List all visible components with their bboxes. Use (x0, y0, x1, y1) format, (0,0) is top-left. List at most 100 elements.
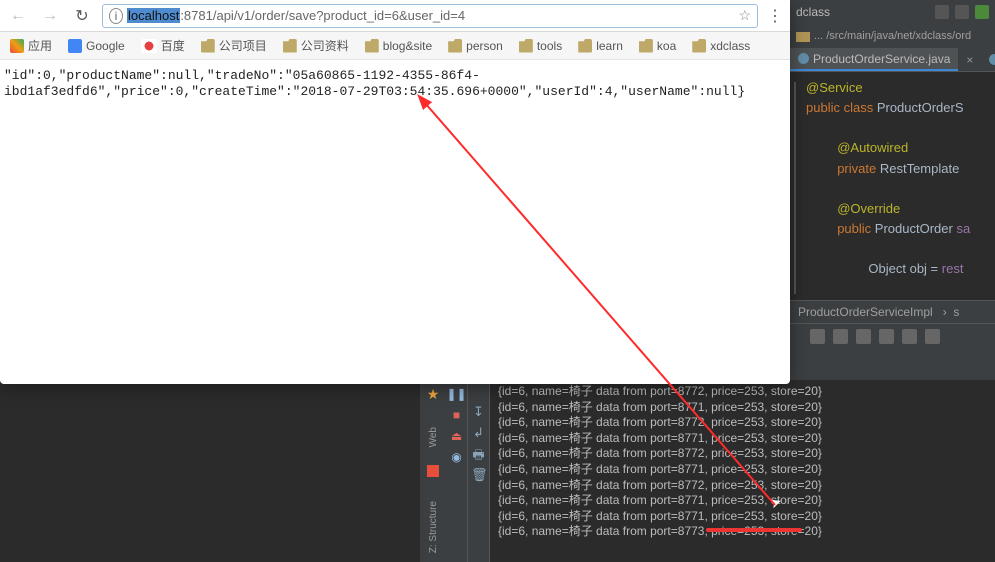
dropdown-icon[interactable] (955, 5, 969, 19)
log-line: {id=6, name=椅子 data from port=8771, pric… (498, 431, 991, 447)
trash-icon[interactable]: 🗑 (471, 467, 486, 482)
response-body: "id":0,"productName":null,"tradeNo":"05a… (0, 60, 790, 109)
bookmark-label: 百度 (161, 37, 185, 54)
log-line: {id=6, name=椅子 data from port=8771, pric… (498, 493, 991, 509)
crumb-text: ProductOrderServiceImpl (798, 305, 933, 319)
folder-icon (796, 29, 810, 43)
print-icon[interactable]: 🖶 (471, 446, 486, 461)
console-controls: ❚❚ ■ ⏏ ◉ (446, 380, 468, 562)
log-line: {id=6, name=椅子 data from port=8773, pric… (498, 524, 991, 540)
browser-toolbar: ← → ↻ i localhost:8781/api/v1/order/save… (0, 0, 790, 32)
baidu-icon (141, 39, 157, 53)
ide-tabs: ProductOrderService.java × OrderServiceA… (790, 48, 995, 72)
step-icon[interactable]: ↧ (471, 404, 486, 419)
url-port: :8781 (180, 8, 213, 23)
folder-icon (578, 39, 592, 53)
browser-window: ← → ↻ i localhost:8781/api/v1/order/save… (0, 0, 790, 384)
wrap-icon[interactable]: ↲ (471, 425, 486, 440)
apps-label: 应用 (28, 37, 52, 54)
url-host: localhost (128, 8, 179, 23)
ide-path-crumb[interactable]: ... /src/main/java/net/xdclass/ord (790, 24, 995, 48)
tool-icon[interactable] (833, 329, 848, 344)
log-line: {id=6, name=椅子 data from port=8771, pric… (498, 400, 991, 416)
code-editor[interactable]: @Service public class ProductOrderS @Aut… (790, 72, 995, 300)
bookmark-person[interactable]: person (448, 39, 503, 53)
log-line: {id=6, name=椅子 data from port=8772, pric… (498, 384, 991, 400)
class-icon (989, 54, 995, 65)
pause-icon[interactable]: ❚❚ (449, 386, 464, 401)
code-line: ProductOrder (871, 221, 956, 236)
folder-icon (639, 39, 653, 53)
console-gutter: ★ Web Z: Structure (420, 380, 446, 562)
bookmark-label: blog&site (383, 39, 432, 53)
address-bar[interactable]: i localhost:8781/api/v1/order/save?produ… (102, 4, 758, 28)
log-line: {id=6, name=椅子 data from port=8771, pric… (498, 509, 991, 525)
exit-icon[interactable]: ⏏ (449, 428, 464, 443)
bookmark-bar: 应用 Google 百度 公司项目 公司资料 blog&site person … (0, 32, 790, 60)
bookmark-google[interactable]: Google (68, 39, 125, 53)
apps-icon (10, 39, 24, 53)
class-icon (798, 53, 809, 64)
tab-orderserviceapp[interactable]: OrderServiceApp (981, 48, 995, 71)
console-output[interactable]: {id=6, name=椅子 data from port=8772, pric… (498, 384, 991, 540)
bookmark-label: learn (596, 39, 623, 53)
tab-close[interactable]: × (958, 48, 981, 71)
code-line: RestTemplate (876, 161, 963, 176)
tool-icon[interactable] (902, 329, 917, 344)
code-line: @Override (837, 201, 900, 216)
bookmark-label: 公司资料 (301, 37, 349, 54)
bookmark-koa[interactable]: koa (639, 39, 676, 53)
tool-icon[interactable] (856, 329, 871, 344)
bookmark-xdclass[interactable]: xdclass (692, 39, 750, 53)
reload-button[interactable]: ↻ (70, 6, 94, 26)
back-button[interactable]: ← (6, 6, 30, 26)
bookmark-baidu[interactable]: 百度 (141, 37, 185, 54)
bookmark-label: person (466, 39, 503, 53)
ide-project-name: dclass (796, 5, 830, 19)
bookmark-tools[interactable]: tools (519, 39, 562, 53)
info-icon: i (109, 8, 123, 24)
run-icon[interactable] (975, 5, 989, 19)
bookmark-label: Google (86, 39, 125, 53)
console-extra-controls: ↧ ↲ 🖶 🗑 (468, 380, 490, 562)
code-line: Object obj = (868, 261, 941, 276)
gutter-indicator (427, 465, 439, 477)
bookmark-star-icon[interactable]: ☆ (738, 7, 751, 24)
bookmark-learn[interactable]: learn (578, 39, 623, 53)
tool-icon[interactable] (810, 329, 825, 344)
browser-menu-button[interactable]: ⋮ (766, 4, 784, 28)
bookmark-company-doc[interactable]: 公司资料 (283, 37, 349, 54)
code-line: ProductOrderS (873, 100, 963, 115)
ide-bottom-crumb[interactable]: ProductOrderServiceImpl › s (790, 300, 995, 323)
crumb-text: s (953, 305, 959, 319)
hammer-icon[interactable] (935, 5, 949, 19)
code-line: public (837, 221, 871, 236)
bookmark-label: 公司项目 (219, 37, 267, 54)
stop-icon[interactable]: ■ (449, 407, 464, 422)
gutter-label-structure[interactable]: Z: Structure (428, 501, 439, 553)
console-panel: ★ Web Z: Structure ❚❚ ■ ⏏ ◉ ↧ ↲ 🖶 🗑 {id=… (420, 380, 995, 562)
ide-path-text: ... /src/main/java/net/xdclass/ord (814, 30, 971, 42)
google-icon (68, 39, 82, 53)
bookmark-blog[interactable]: blog&site (365, 39, 432, 53)
tab-label: ProductOrderService.java (813, 52, 950, 66)
gutter-label-web[interactable]: Web (428, 427, 439, 447)
tool-icon[interactable] (925, 329, 940, 344)
folder-icon (283, 39, 297, 53)
folder-icon (201, 39, 215, 53)
log-line: {id=6, name=椅子 data from port=8772, pric… (498, 446, 991, 462)
folder-icon (519, 39, 533, 53)
favorite-icon[interactable]: ★ (427, 386, 440, 403)
bookmark-company-project[interactable]: 公司项目 (201, 37, 267, 54)
log-line: {id=6, name=椅子 data from port=8772, pric… (498, 415, 991, 431)
folder-icon (365, 39, 379, 53)
log-line: {id=6, name=椅子 data from port=8772, pric… (498, 478, 991, 494)
code-line: rest (942, 261, 964, 276)
bookmark-label: koa (657, 39, 676, 53)
tool-icon[interactable] (879, 329, 894, 344)
apps-button[interactable]: 应用 (10, 37, 52, 54)
tab-productorderservice[interactable]: ProductOrderService.java (790, 48, 958, 71)
ide-run-toolbar (790, 323, 995, 349)
forward-button[interactable]: → (38, 6, 62, 26)
camera-icon[interactable]: ◉ (449, 449, 464, 464)
